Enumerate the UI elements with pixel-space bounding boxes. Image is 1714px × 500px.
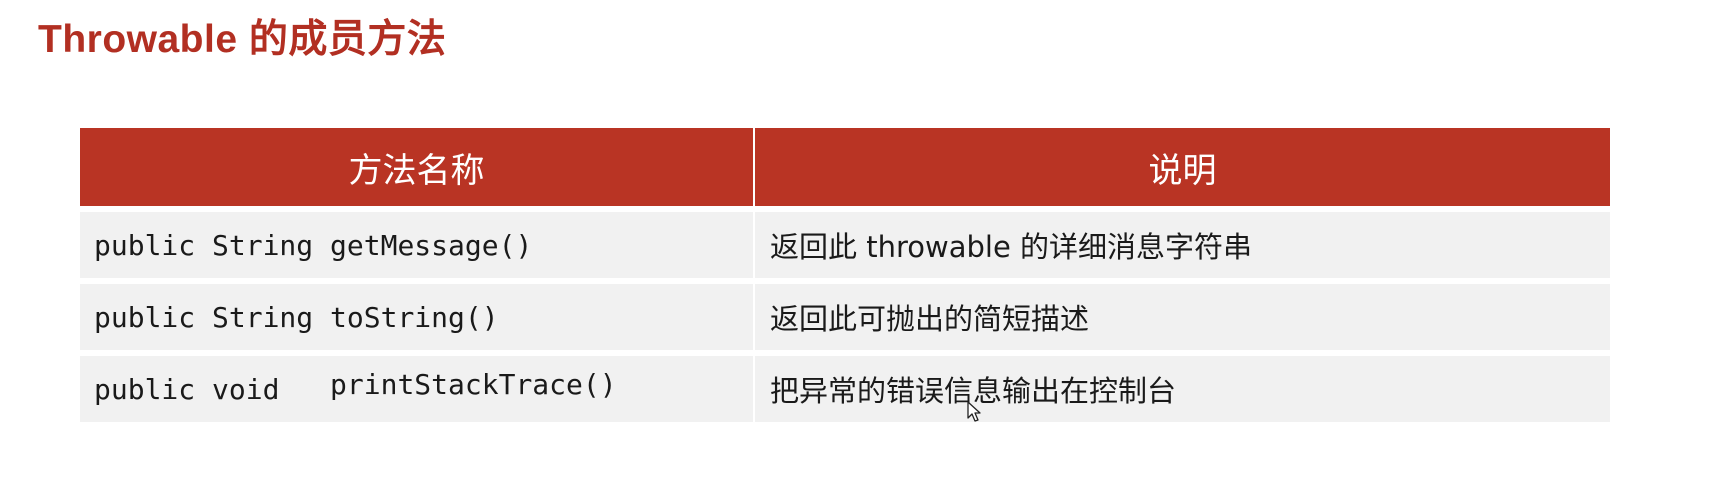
method-name: printStackTrace() <box>330 367 617 401</box>
header-method-name: 方法名称 <box>80 128 755 206</box>
slide-title: Throwable 的成员方法 <box>38 18 447 61</box>
mouse-pointer-icon <box>967 401 981 422</box>
header-description: 说明 <box>755 128 1610 206</box>
method-modifier: public String <box>94 228 331 262</box>
table-row: public void printStackTrace() 把异常的错误信息输出… <box>80 356 1610 422</box>
method-description: 返回此 throwable 的详细消息字符串 <box>755 212 1610 278</box>
method-description: 把异常的错误信息输出在控制台 <box>755 356 1610 422</box>
method-name: toString() <box>330 300 499 334</box>
table-row: public String getMessage() 返回此 throwable… <box>80 212 1610 278</box>
table-header-row: 方法名称 说明 <box>80 128 1610 206</box>
slide: Throwable 的成员方法 方法名称 说明 public String ge… <box>0 0 1714 500</box>
method-signature-cell: public String toString() <box>80 284 755 350</box>
method-name: getMessage() <box>330 228 533 262</box>
method-description: 返回此可抛出的简短描述 <box>755 284 1610 350</box>
method-signature-cell: public void printStackTrace() <box>80 356 755 422</box>
methods-table: 方法名称 说明 public String getMessage() 返回此 t… <box>80 128 1610 422</box>
method-modifier: public void <box>94 372 331 406</box>
method-modifier: public String <box>94 300 331 334</box>
method-signature-cell: public String getMessage() <box>80 212 755 278</box>
table-row: public String toString() 返回此可抛出的简短描述 <box>80 284 1610 350</box>
